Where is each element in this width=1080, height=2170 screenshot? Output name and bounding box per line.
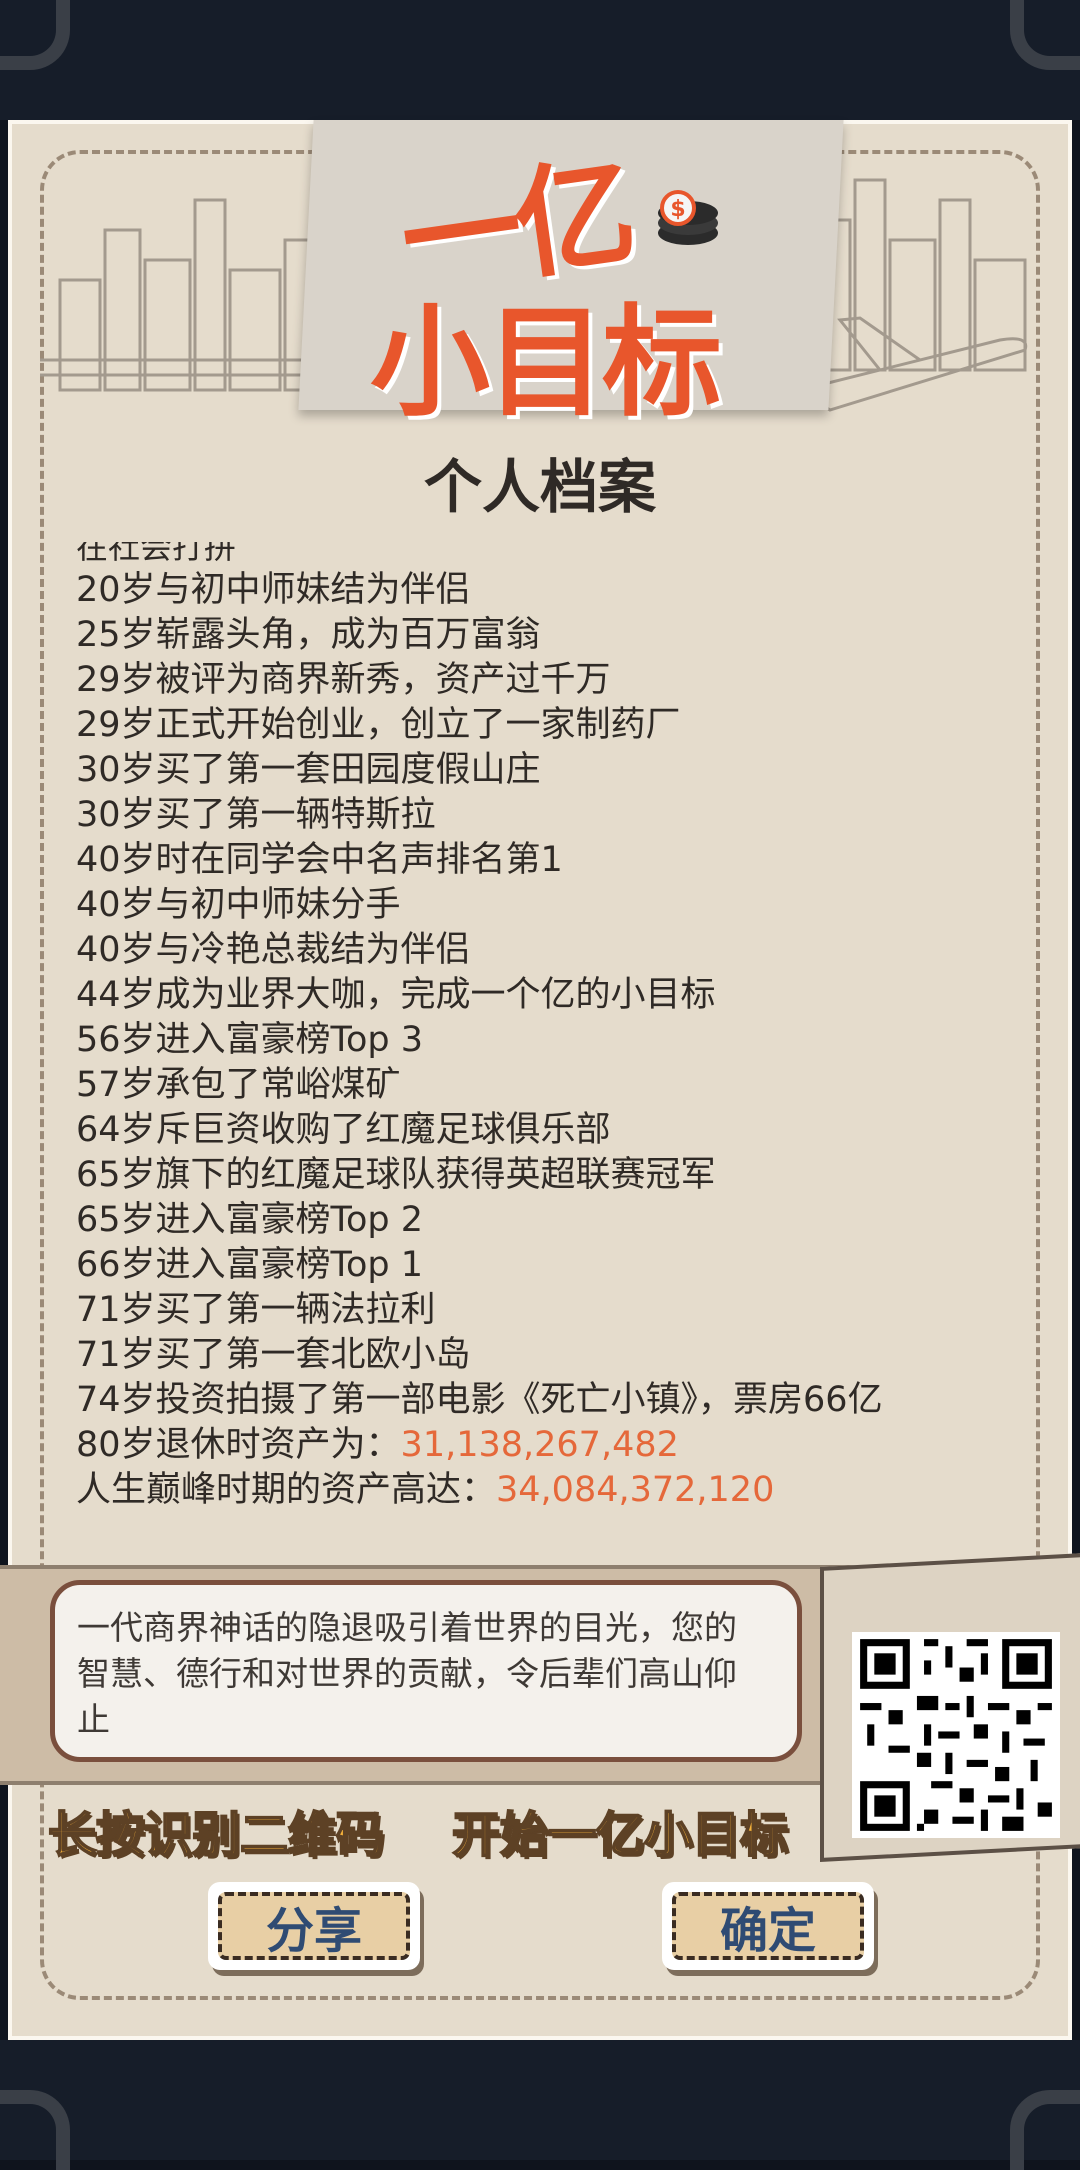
list-item: 40岁时在同学会中名声排名第1 (76, 840, 563, 880)
list-item: 64岁斥巨资收购了红魔足球俱乐部 (76, 1110, 611, 1150)
list-item: 65岁进入富豪榜Top 2 (76, 1200, 423, 1240)
qr-code-icon[interactable] (852, 1632, 1060, 1838)
confirm-button[interactable]: 确定 (662, 1882, 874, 1970)
list-item: 30岁买了第一辆特斯拉 (76, 795, 436, 835)
list-item: 40岁与冷艳总裁结为伴侣 (76, 930, 471, 970)
life-events-list: 在社会打拼 20岁与初中师妹结为伴侣 25岁崭露头角，成为百万富翁 29岁被评为… (76, 542, 1036, 1513)
list-item: 56岁进入富豪榜Top 3 (76, 1020, 423, 1060)
list-item: 65岁旗下的红魔足球队获得英超联赛冠军 (76, 1155, 716, 1195)
list-item: 57岁承包了常峪煤矿 (76, 1065, 401, 1105)
share-button-label: 分享 (218, 1892, 410, 1960)
game-logo-line2: 小目标 (370, 294, 722, 433)
svg-text:$: $ (670, 197, 685, 222)
list-item: 44岁成为业界大咖，完成一个亿的小目标 (76, 975, 716, 1015)
list-item: 在社会打拼 (76, 542, 237, 566)
list-item: 20岁与初中师妹结为伴侣 (76, 570, 471, 610)
confirm-button-label: 确定 (672, 1892, 864, 1960)
frame-corner (0, 0, 70, 70)
list-item: 71岁买了第一辆法拉利 (76, 1290, 436, 1330)
list-item: 40岁与初中师妹分手 (76, 885, 401, 925)
scan-qr-caption: 长按识别二维码 (47, 1806, 385, 1864)
peak-assets-label: 人生巅峰时期的资产高达： (76, 1470, 497, 1510)
summary-speech-box: 一代商界神话的隐退吸引着世界的目光，您的智慧、德行和对世界的贡献，令后辈们高山仰… (50, 1580, 802, 1762)
list-item: 66岁进入富豪榜Top 1 (76, 1245, 423, 1285)
frame-corner (0, 2090, 70, 2170)
start-game-caption: 开始一亿小目标 (451, 1806, 789, 1864)
share-button[interactable]: 分享 (208, 1882, 420, 1970)
peak-assets-row: 人生巅峰时期的资产高达：34,084,372,120 (76, 1468, 1036, 1513)
list-item: 25岁崭露头角，成为百万富翁 (76, 615, 541, 655)
list-item: 71岁买了第一套北欧小岛 (76, 1335, 471, 1375)
bottom-frame (0, 2040, 1080, 2170)
retire-assets-value: 31,138,267,482 (400, 1425, 679, 1465)
peak-assets-value: 34,084,372,120 (496, 1470, 775, 1510)
list-item: 30岁买了第一套田园度假山庄 (76, 750, 541, 790)
frame-corner (1010, 2090, 1080, 2170)
retire-assets-label: 80岁退休时资产为： (76, 1425, 401, 1465)
retire-assets-row: 80岁退休时资产为：31,138,267,482 (76, 1423, 1036, 1468)
frame-corner (1010, 0, 1080, 70)
page-title: 个人档案 (423, 453, 656, 521)
top-frame (0, 0, 1080, 120)
list-item: 74岁投资拍摄了第一部电影《死亡小镇》，票房66亿 (76, 1380, 883, 1420)
coin-stack-icon: $ (658, 190, 718, 245)
list-item: 29岁被评为商界新秀，资产过千万 (76, 660, 611, 700)
list-item: 29岁正式开始创业，创立了一家制药厂 (76, 705, 681, 745)
